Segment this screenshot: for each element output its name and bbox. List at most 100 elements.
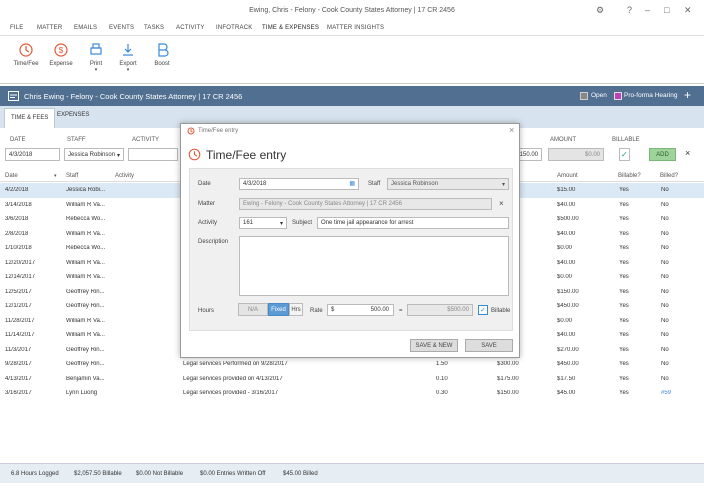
dialog-activity-select[interactable]: 161 ▾	[239, 217, 287, 229]
cell-amount: $45.00	[557, 390, 576, 396]
dialog-date-input[interactable]: 4/3/2018 ▦	[239, 178, 359, 190]
cell-amount: $270.00	[557, 346, 579, 353]
cell-staff: Geoffrey Rin...	[66, 346, 105, 353]
dialog-matter-input[interactable]: Ewing - Felony - Cook County States Atto…	[239, 198, 492, 210]
maximize-icon[interactable]: □	[664, 5, 669, 15]
header-date[interactable]: Date	[5, 173, 18, 179]
cell-staff: William R Va...	[66, 317, 105, 324]
export-icon	[123, 44, 133, 56]
dialog-description-input[interactable]	[239, 236, 509, 296]
written-off-total: $0.00 Entries Written Off	[200, 471, 266, 477]
dialog-rate-input[interactable]: $500.00	[327, 304, 394, 316]
date-input[interactable]: 4/3/2018	[5, 148, 60, 161]
billable-label: BILLABLE	[612, 137, 640, 143]
save-new-label: SAVE & NEW	[415, 343, 453, 349]
table-row[interactable]: 4/13/2017 Benjamin Va... Legal services pr…	[0, 372, 704, 387]
menu-matter[interactable]: MATTER	[37, 25, 62, 31]
cell-subject: Legal services provided - 3/16/2017	[183, 390, 279, 396]
staff-select[interactable]: Jessica Robinson ▾	[64, 148, 124, 161]
menu-emails[interactable]: EMAILS	[74, 25, 97, 31]
dialog-staff-select[interactable]: Jessica Robinson ▾	[387, 178, 509, 190]
header-billed[interactable]: Billed?	[660, 173, 678, 179]
cell-amount: $0.00	[557, 317, 573, 324]
tab-time-fees[interactable]: TIME & FEES	[4, 108, 56, 128]
tab-expenses[interactable]: EXPENSES	[57, 112, 89, 118]
cell-billed: No	[661, 375, 669, 382]
menu-activity[interactable]: ACTIVITY	[176, 25, 205, 31]
menu-matter-insights[interactable]: MATTER INSIGHTS	[327, 25, 384, 31]
proforma-swatch[interactable]	[614, 92, 622, 100]
open-swatch[interactable]	[580, 92, 588, 100]
close-icon[interactable]: ✕	[684, 5, 692, 16]
ribbon: Time/Fee $ Expense Print ▾ Export ▾ Boos…	[0, 36, 704, 84]
billed-total: $45.00 Billed	[283, 471, 318, 477]
header-billable[interactable]: Billable?	[618, 173, 641, 179]
status-footer: 6.8 Hours Logged $2,057.50 Billable $0.0…	[0, 463, 704, 483]
open-label: Open	[591, 92, 607, 99]
dialog-billable-checkbox[interactable]: ✓	[478, 305, 488, 315]
help-icon[interactable]: ?	[627, 5, 632, 15]
dialog-matter-label: Matter	[198, 201, 216, 207]
activity-label: ACTIVITY	[132, 137, 160, 143]
export-button[interactable]: Export ▾	[111, 42, 145, 73]
cell-rate: $150.00	[497, 390, 519, 396]
dialog-billable-label: Billable	[491, 308, 511, 314]
dialog-matter-value: Ewing - Felony - Cook County States Atto…	[243, 201, 402, 207]
table-row[interactable]: 9/28/2017 Geoffrey Rin... Legal services P…	[0, 357, 704, 372]
save-and-new-button[interactable]: SAVE & NEW	[410, 339, 458, 352]
menu-events[interactable]: EVENTS	[109, 25, 134, 31]
cell-billed: No	[661, 346, 669, 353]
boost-button[interactable]: Boost	[145, 42, 179, 67]
cell-hours: 0.30	[436, 390, 448, 396]
close-icon[interactable]: ×	[685, 148, 690, 158]
calendar-icon[interactable]: ▦	[349, 180, 355, 187]
dialog-activity-label: Activity	[198, 220, 218, 226]
header-staff[interactable]: Staff	[66, 173, 78, 179]
cell-date: 12/5/2017	[5, 288, 32, 295]
time-fee-button[interactable]: Time/Fee	[9, 42, 43, 67]
plus-icon[interactable]: +	[684, 88, 691, 102]
minimize-icon[interactable]: –	[645, 5, 650, 15]
cell-billed: No	[661, 259, 669, 266]
menu-infotrack[interactable]: INFOTRACK	[216, 25, 252, 31]
cell-staff: Jessica Robi...	[66, 187, 106, 193]
menu-file[interactable]: FILE	[10, 25, 23, 31]
cell-billed[interactable]: #59	[661, 390, 691, 396]
cell-staff: Lynn Luong	[66, 390, 98, 396]
amount-input[interactable]: $0.00	[548, 148, 604, 161]
cell-hours: 1.50	[436, 361, 448, 367]
cell-amount: $0.00	[557, 274, 573, 280]
table-row[interactable]: 3/16/2017 Lynn Luong Legal services provid…	[0, 386, 704, 401]
add-button[interactable]: ADD	[649, 148, 676, 161]
seg-fixed-label: Fixed	[271, 307, 286, 313]
hours-mode-fixed[interactable]: Fixed	[268, 303, 289, 316]
dialog-window-title: Time/Fee entry	[198, 128, 239, 134]
billable-checkbox[interactable]: ✓	[619, 148, 630, 161]
dialog-close-icon[interactable]: ×	[509, 125, 514, 135]
gear-icon[interactable]: ⚙	[596, 5, 604, 16]
hours-mode-hrs[interactable]: Hrs	[289, 303, 303, 316]
expense-button[interactable]: $ Expense	[44, 42, 78, 67]
header-activity[interactable]: Activity	[115, 173, 134, 179]
cell-staff: Rebecca Wo...	[66, 245, 106, 251]
menu-tasks[interactable]: TASKS	[144, 25, 164, 31]
matter-clear-icon[interactable]: ×	[499, 199, 504, 208]
sort-down-icon[interactable]: ▾	[54, 173, 57, 179]
header-amount[interactable]: Amount	[557, 173, 578, 179]
hours-mode-na[interactable]: N/A	[238, 303, 268, 316]
date-label: DATE	[10, 137, 26, 143]
dialog-rate-label: Rate	[310, 308, 323, 314]
print-button[interactable]: Print ▾	[79, 42, 113, 73]
svg-text:$: $	[59, 46, 64, 55]
activity-input[interactable]	[128, 148, 178, 161]
dialog-heading: Time/Fee entry	[206, 148, 287, 162]
matter-title: Chris Ewing - Felony - Cook County State…	[24, 92, 243, 101]
cell-amount: $0.00	[557, 245, 573, 251]
menu-time-expenses[interactable]: TIME & EXPENSES	[262, 25, 319, 31]
dialog-rate-value: 500.00	[370, 307, 389, 313]
clock-icon	[188, 148, 201, 161]
cell-amount: $40.00	[557, 332, 576, 338]
cell-amount: $450.00	[557, 361, 579, 367]
save-button[interactable]: SAVE	[465, 339, 513, 352]
dialog-subject-input[interactable]: One time jail appearance for arrest	[317, 217, 509, 229]
